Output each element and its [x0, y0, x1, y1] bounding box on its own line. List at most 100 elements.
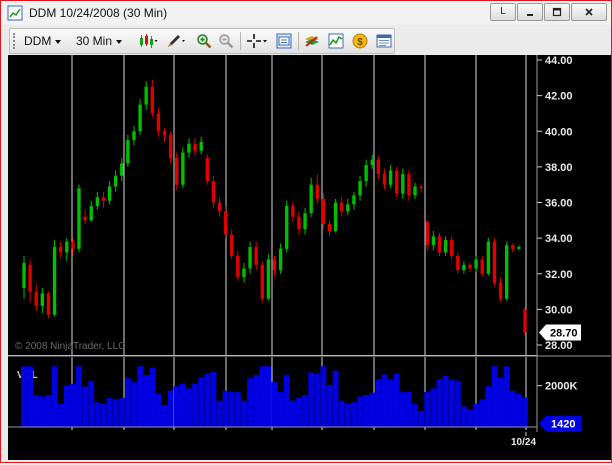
volume-bar: [467, 409, 473, 427]
candle-body: [107, 186, 112, 201]
candle-body: [462, 264, 466, 271]
volume-bar: [479, 399, 486, 427]
zoom-in-icon[interactable]: [196, 33, 212, 49]
volume-bar: [88, 380, 95, 427]
chart-app-icon: [7, 5, 23, 21]
volume-bar: [375, 379, 382, 427]
candle-body: [437, 236, 442, 253]
interval-selector[interactable]: 30 Min: [76, 29, 123, 53]
volume-bar: [338, 400, 345, 427]
volume-bar: [198, 377, 205, 427]
candle-body: [364, 165, 368, 182]
volume-bar: [271, 382, 278, 427]
volume-bar: [442, 375, 449, 427]
candle-body: [52, 247, 57, 315]
volume-bar: [448, 379, 455, 427]
maximize-button[interactable]: [544, 3, 570, 21]
toolbar-grip[interactable]: [13, 33, 18, 49]
volume-bar: [82, 386, 88, 427]
volume-bar: [454, 380, 461, 427]
volume-bar: [228, 392, 235, 427]
candle-body: [450, 239, 454, 256]
price-tick-label: 32.00: [545, 269, 573, 281]
candle-body: [480, 259, 484, 274]
data-box-icon[interactable]: [276, 33, 292, 49]
volume-bar: [63, 385, 70, 427]
volume-bar: [155, 393, 162, 427]
copyright-text: © 2008 NinjaTrader, LLC: [15, 341, 125, 352]
minimize-button[interactable]: [517, 3, 543, 21]
candle-body: [168, 134, 173, 158]
candle-body: [395, 170, 399, 194]
volume-bar: [131, 382, 137, 427]
volume-bar: [222, 390, 229, 427]
candle-body: [425, 222, 429, 246]
volume-bar: [204, 373, 211, 427]
drawing-tool-icon[interactable]: [166, 33, 186, 49]
volume-bar: [436, 379, 443, 427]
candle-body: [132, 131, 136, 141]
price-tick-label: 44.00: [545, 55, 573, 67]
properties-icon[interactable]: [376, 33, 392, 49]
candle-body: [291, 206, 295, 217]
volume-bar: [259, 366, 266, 427]
volume-bar: [57, 403, 64, 427]
candle-body: [77, 188, 81, 249]
toolbar-separator: [240, 32, 241, 50]
link-button[interactable]: L: [490, 3, 516, 21]
volume-bar: [344, 403, 351, 427]
strategies-icon[interactable]: [304, 33, 320, 49]
crosshair-icon[interactable]: [246, 33, 268, 49]
candle-body: [278, 248, 283, 271]
candle-body: [22, 263, 26, 288]
volume-bar: [363, 394, 370, 427]
orders-icon[interactable]: $: [352, 33, 368, 49]
candle-body: [492, 241, 497, 283]
price-volume-chart[interactable]: 44.00 42.00 40.00 38.00 36.00 34.00 32.00 30.00…: [8, 55, 611, 460]
candle-body: [309, 184, 313, 214]
candle-body: [248, 247, 252, 269]
candle-body: [297, 216, 301, 230]
title-bar[interactable]: DDM 10/24/2008 (30 Min) L: [1, 1, 611, 25]
indicators-icon[interactable]: [328, 33, 344, 49]
chart-area[interactable]: 44.00 42.00 40.00 38.00 36.00 34.00 32.00 30.00…: [8, 55, 611, 460]
price-tick-label: 42.00: [545, 91, 573, 103]
candle-body: [474, 259, 478, 269]
volume-bar: [39, 396, 46, 427]
candle-body: [217, 202, 222, 212]
candle-body: [498, 282, 503, 299]
volume-bar: [76, 366, 82, 427]
volume-bar: [247, 378, 253, 427]
candle-body: [242, 268, 246, 278]
candle-body: [138, 104, 142, 132]
candle-body: [370, 159, 374, 166]
bar-style-icon[interactable]: [138, 33, 158, 49]
volume-bar: [253, 374, 260, 427]
candle-body: [205, 157, 209, 182]
volume-bar: [302, 394, 308, 427]
volume-bar: [308, 372, 315, 427]
price-tick-label: 40.00: [545, 126, 573, 138]
instrument-selector[interactable]: DDM: [24, 29, 62, 53]
volume-bar: [296, 397, 302, 427]
candle-body: [266, 259, 271, 299]
candle-body: [34, 291, 38, 306]
minimize-icon: [527, 14, 533, 16]
candle-body: [162, 131, 167, 135]
candle-body: [28, 264, 32, 292]
volume-bar: [21, 366, 27, 427]
chart-toolbar: DDM 30 Min $: [9, 28, 395, 54]
close-button[interactable]: [571, 3, 607, 21]
zoom-out-icon[interactable]: [218, 33, 234, 49]
candle-body: [321, 198, 326, 224]
volume-bar: [491, 366, 498, 427]
price-tick-label: 28.00: [545, 340, 573, 352]
volume-bar: [424, 392, 431, 427]
candle-body: [523, 309, 527, 333]
candle-body: [144, 86, 148, 105]
volume-bar: [137, 366, 143, 427]
candle-body: [113, 175, 118, 187]
close-icon: [585, 8, 593, 16]
date-tick-label: 10/24: [511, 437, 536, 448]
candle-body: [419, 186, 423, 189]
